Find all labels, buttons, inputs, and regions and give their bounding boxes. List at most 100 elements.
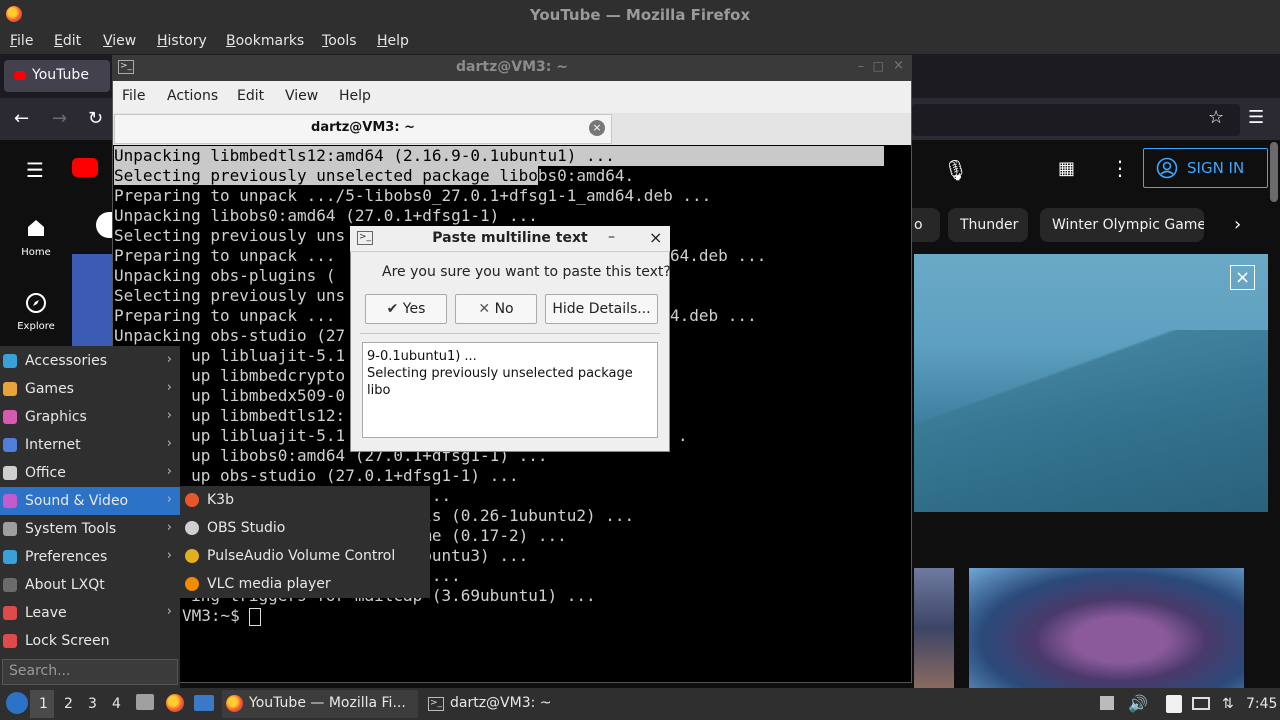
submenu-item-k3b[interactable]: K3b [180,487,430,515]
terminal-tab[interactable]: dartz@VM3: ~ × [114,114,612,144]
chip-winter-olympic-games[interactable]: Winter Olympic Games [1040,208,1204,242]
firefox-task-icon [226,695,243,712]
terminal-menu-actions[interactable]: Actions [167,88,218,104]
hamburger-menu-icon[interactable]: ☰ [1248,107,1264,128]
volume-icon[interactable]: 🔊 [1128,694,1148,713]
menu-item-leave[interactable]: Leave › [0,599,180,627]
guide-menu-icon[interactable]: ☰ [26,158,44,182]
youtube-logo-icon[interactable] [72,158,98,177]
menu-item-office[interactable]: Office › [0,459,180,487]
video-thumbnail[interactable] [914,568,954,688]
bookmark-star-icon[interactable]: ☆ [1208,107,1224,128]
display-icon[interactable] [1192,697,1210,710]
menu-bookmarks[interactable]: Bookmarks [226,33,304,49]
task-firefox[interactable]: YouTube — Mozilla Fi... [222,690,418,718]
workspace-2[interactable]: 2 [64,696,73,712]
menu-item-about-lxqt[interactable]: About LXQt [0,571,180,599]
no-label: No [494,301,514,317]
sound-video-icon [3,494,17,508]
video-thumbnail[interactable] [969,568,1244,688]
dialog-titlebar[interactable]: >_ Paste multiline text – × [350,226,670,252]
menu-item-graphics[interactable]: Graphics › [0,403,180,431]
menu-item-label: Internet [25,437,81,453]
yes-button[interactable]: ✔ Yes [365,294,447,324]
terminal-menu-edit[interactable]: Edit [237,88,264,104]
submenu-item-vlc-media-player[interactable]: VLC media player [180,571,430,599]
menu-item-internet[interactable]: Internet › [0,431,180,459]
menu-help[interactable]: Help [377,33,409,49]
page-scrollbar[interactable] [1270,142,1278,202]
compass-icon [26,293,46,313]
submenu-item-pulseaudio-volume-control[interactable]: PulseAudio Volume Control [180,543,430,571]
workspace-4[interactable]: 4 [112,696,121,712]
menu-tools[interactable]: Tools [322,33,357,49]
graphics-icon [3,410,17,424]
clipboard-icon[interactable] [1166,695,1182,713]
url-bar[interactable] [912,104,1240,136]
apps-grid-icon[interactable]: ▦ [1058,158,1075,179]
pulseaudio-icon [185,549,199,563]
submenu-item-obs-studio[interactable]: OBS Studio [180,515,430,543]
clock[interactable]: 7:45 [1246,696,1277,712]
terminal-tab-label: dartz@VM3: ~ [311,120,415,135]
minimize-icon[interactable]: – [858,59,864,73]
close-icon[interactable]: × [893,58,904,73]
menu-item-sound-video[interactable]: Sound & Video › [0,487,180,515]
application-menu: Accessories › Games › Graphics › Internet › Offi… [0,346,180,688]
network-icon[interactable]: ⇅ [1222,696,1234,712]
menu-view[interactable]: View [103,33,136,49]
firefox-titlebar: YouTube — Mozilla Firefox [0,0,1280,30]
forward-icon[interactable]: → [52,108,67,129]
task-terminal-label: dartz@VM3: ~ [450,695,552,711]
microphone-icon[interactable]: 🎙 [943,158,968,182]
menu-item-accessories[interactable]: Accessories › [0,347,180,375]
terminal-line: Unpacking obs-studio (27 [114,326,345,346]
reload-icon[interactable]: ↻ [88,108,103,129]
sidebar-item-home[interactable]: Home [0,214,72,264]
menu-item-preferences[interactable]: Preferences › [0,543,180,571]
chip-thunder[interactable]: Thunder [948,208,1028,242]
hide-details-button[interactable]: Hide Details... [545,294,658,324]
menu-item-system-tools[interactable]: System Tools › [0,515,180,543]
sign-in-button[interactable]: SIGN IN [1143,148,1268,188]
terminal-menu-file[interactable]: File [122,88,145,104]
tab-youtube[interactable]: YouTube [4,60,110,92]
task-terminal[interactable]: >_ dartz@VM3: ~ [424,690,564,718]
submenu-item-label: VLC media player [207,576,331,592]
terminal-menu-view[interactable]: View [285,88,318,104]
file-manager-launcher-icon[interactable] [194,695,214,711]
menu-item-label: Accessories [25,353,108,369]
account-icon [1156,157,1178,179]
workspace-1[interactable]: 1 [39,696,48,712]
no-button[interactable]: ✕ No [455,294,537,324]
chips-next-icon[interactable]: › [1234,214,1241,235]
menu-item-label: Games [25,381,74,397]
back-icon[interactable]: ← [14,108,29,129]
menu-item-lock-screen[interactable]: Lock Screen [0,627,180,655]
dialog-close-icon[interactable]: × [649,228,662,247]
line-text: Preparing to unpack .../5-libobs0_27.0.1… [114,186,712,205]
show-desktop-icon[interactable] [136,694,154,710]
close-tab-icon[interactable]: × [589,120,605,136]
workspace-3[interactable]: 3 [88,696,97,712]
menu-edit[interactable]: Edit [54,33,81,49]
terminal-titlebar[interactable]: >_ dartz@VM3: ~ – □ × [112,55,912,81]
menu-item-games[interactable]: Games › [0,375,180,403]
paste-details-text[interactable]: 9-0.1ubuntu1) ... Selecting previously u… [362,342,658,438]
sidebar-label-home: Home [21,247,51,258]
maximize-icon[interactable]: □ [873,59,884,73]
sidebar-item-explore[interactable]: Explore [0,290,72,340]
menu-search-input[interactable]: Search... [2,659,178,685]
menu-history[interactable]: History [157,33,207,49]
line-text: VM3:~$ [182,606,250,625]
terminal-menu-help[interactable]: Help [339,88,371,104]
line-tail: 4.deb ... [670,306,757,325]
firefox-logo-icon [6,6,22,22]
dialog-minimize-icon[interactable]: – [608,229,615,245]
menu-file[interactable]: File [10,33,33,49]
settings-dots-icon[interactable]: ⋮ [1110,156,1130,180]
start-menu-icon[interactable] [6,692,28,714]
eject-icon[interactable] [1100,696,1114,710]
close-banner-icon[interactable]: × [1230,265,1255,290]
firefox-launcher-icon[interactable] [166,694,184,712]
